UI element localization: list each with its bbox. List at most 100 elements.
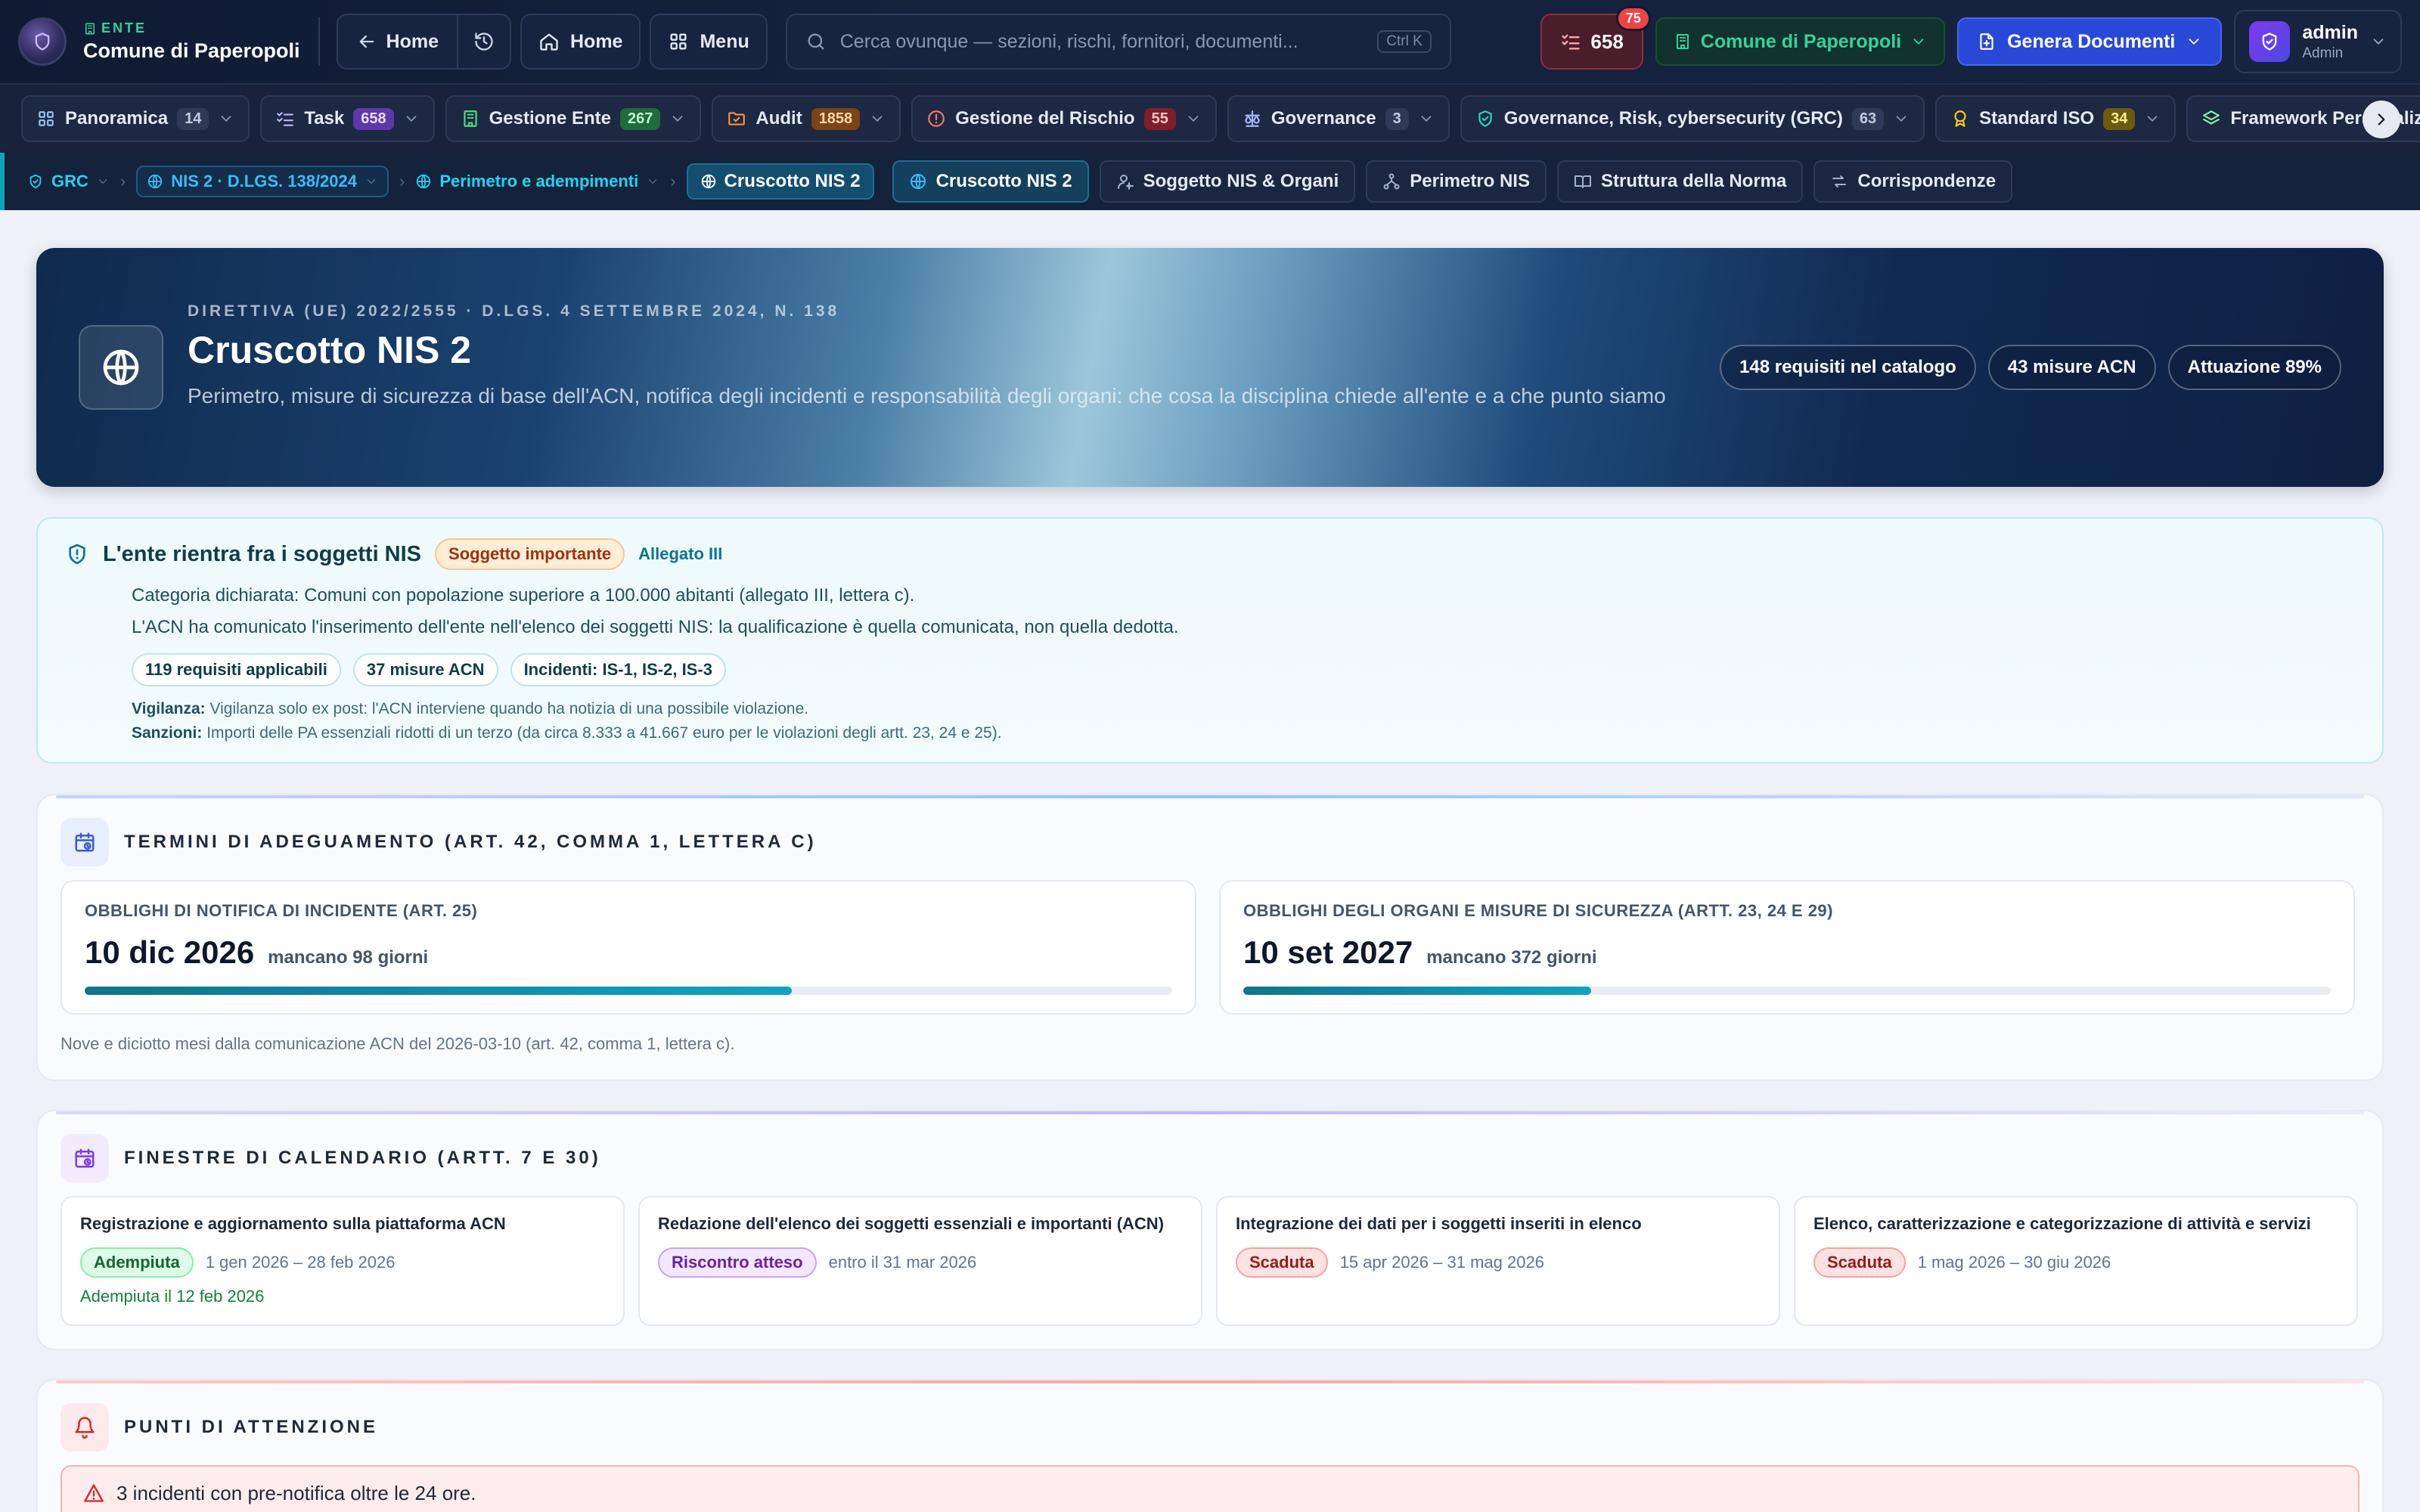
- module-tab-task[interactable]: Task 658: [260, 95, 435, 142]
- crumb-grc[interactable]: GRC: [27, 172, 110, 191]
- module-count: 658: [353, 107, 394, 130]
- deadline-progress-fill: [1243, 987, 1592, 995]
- attention-alert[interactable]: 3 incidenti con pre-notifica oltre le 24…: [60, 1465, 2360, 1512]
- module-tab-governance-risk-cybersecurity-grc[interactable]: Governance, Risk, cybersecurity (GRC) 63: [1460, 95, 1925, 142]
- crumb-current[interactable]: Cruscotto NIS 2: [686, 163, 874, 200]
- days-remaining: mancano 372 giorni: [1426, 947, 1597, 968]
- days-remaining: mancano 98 giorni: [268, 947, 429, 968]
- subject-type-badge: Soggetto importante: [435, 538, 625, 570]
- chevron-down-icon: [1893, 110, 1910, 127]
- shield-check-icon: [1475, 109, 1495, 129]
- module-tab-gestione-ente[interactable]: Gestione Ente 267: [445, 95, 702, 142]
- status-badge: Scaduta: [1236, 1247, 1328, 1278]
- category-text: Categoria dichiarata: Comuni con popolaz…: [132, 585, 915, 606]
- module-tab-governance[interactable]: Governance 3: [1227, 95, 1450, 142]
- chevron-down-icon: [403, 110, 420, 127]
- module-label: Audit: [755, 108, 802, 129]
- deadline-date: 10 dic 2026: [85, 934, 255, 970]
- brand[interactable]: ENTE Comune di Paperopoli: [18, 17, 300, 66]
- shield-check-icon: [27, 173, 44, 190]
- module-tab-panoramica[interactable]: Panoramica 14: [21, 95, 250, 142]
- shield-alert-icon: [65, 542, 89, 566]
- incidents-chip: Incidenti: IS-1, IS-2, IS-3: [510, 653, 726, 686]
- back-home-button[interactable]: Home: [338, 15, 457, 68]
- nis-status-panel: L'ente rientra fra i soggetti NIS Sogget…: [36, 517, 2384, 764]
- search-placeholder: Cerca ovunque — sezioni, rischi, fornito…: [839, 30, 1298, 52]
- entity-kicker: ENTE: [83, 20, 300, 36]
- entity-crest-icon: [18, 17, 67, 66]
- house-icon: [538, 31, 560, 52]
- building-icon: [461, 109, 480, 129]
- tab-struttura-norma[interactable]: Struttura della Norma: [1556, 160, 1804, 203]
- top-bar: ENTE Comune di Paperopoli Home Home Menu…: [0, 0, 2420, 83]
- arrows-exchange-icon: [1830, 172, 1848, 191]
- chevron-down-icon: [669, 110, 686, 127]
- calendar-clock-icon: [60, 1134, 109, 1182]
- checklist-icon: [275, 109, 295, 129]
- module-tab-standard-iso[interactable]: Standard ISO 34: [1935, 95, 2176, 142]
- chevron-down-icon: [365, 175, 378, 188]
- tab-corrispondenze[interactable]: Corrispondenze: [1813, 160, 2013, 203]
- building-icon: [83, 22, 97, 36]
- tab-soggetto-nis[interactable]: Soggetto NIS & Organi: [1099, 160, 1356, 203]
- requirements-chip: 148 requisiti nel catalogo: [1720, 345, 1976, 390]
- divider: [56, 1380, 2364, 1383]
- section-title: PUNTI DI ATTENZIONE: [124, 1417, 378, 1437]
- window-dates: entro il 31 mar 2026: [828, 1253, 977, 1272]
- section-nav: GRC › NIS 2 · D.LGS. 138/2024 › Perimetr…: [0, 153, 2420, 210]
- home-button[interactable]: Home: [520, 14, 641, 70]
- module-count: 63: [1851, 107, 1885, 130]
- tab-perimetro-nis[interactable]: Perimetro NIS: [1366, 160, 1547, 203]
- chevron-down-icon: [96, 175, 110, 188]
- chevron-down-icon: [1418, 110, 1435, 127]
- user-name: admin: [2302, 21, 2358, 43]
- module-label: Governance, Risk, cybersecurity (GRC): [1503, 108, 1843, 129]
- implementation-chip: Attuazione 89%: [2167, 345, 2341, 390]
- scroll-right-button[interactable]: [2363, 101, 2400, 138]
- module-tab-gestione-del-rischio[interactable]: Gestione del Rischio 55: [911, 95, 1217, 142]
- module-count: 1858: [811, 107, 861, 130]
- entity-selector[interactable]: Comune di Paperopoli: [1655, 17, 1946, 66]
- communication-text: L'ACN ha comunicato l'inserimento dell'e…: [132, 617, 1179, 637]
- tasks-button[interactable]: 658 75: [1540, 6, 1651, 70]
- chevron-down-icon: [2144, 110, 2161, 127]
- calendar-window-card: Elenco, caratterizzazione e categorizzaz…: [1794, 1196, 2358, 1326]
- vigilance-text: Vigilanza: Vigilanza solo ex post: l'ACN…: [132, 700, 809, 717]
- module-label: Panoramica: [65, 108, 169, 129]
- annex-link[interactable]: Allegato III: [638, 544, 722, 564]
- window-title: Integrazione dei dati per i soggetti ins…: [1236, 1214, 1642, 1233]
- award-icon: [1950, 109, 1970, 129]
- section-title: FINESTRE DI CALENDARIO (ARTT. 7 E 30): [124, 1148, 601, 1168]
- window-dates: 15 apr 2026 – 31 mag 2026: [1339, 1253, 1544, 1272]
- scale-icon: [1243, 109, 1262, 129]
- module-label: Standard ISO: [1979, 108, 2095, 129]
- book-open-icon: [1574, 172, 1592, 191]
- globe-icon: [415, 173, 432, 190]
- module-tab-audit[interactable]: Audit 1858: [712, 95, 901, 142]
- deadline-date: 10 set 2027: [1243, 934, 1413, 970]
- module-label: Governance: [1270, 108, 1376, 129]
- calendar-window-card: Redazione dell'elenco dei soggetti essen…: [638, 1196, 1202, 1326]
- crumb-perimeter[interactable]: Perimetro e adempimenti: [415, 172, 659, 191]
- calendar-windows-section: FINESTRE DI CALENDARIO (ARTT. 7 E 30) Re…: [36, 1110, 2384, 1350]
- search-input[interactable]: Cerca ovunque — sezioni, rischi, fornito…: [785, 14, 1451, 70]
- user-menu[interactable]: admin Admin: [2234, 10, 2402, 73]
- window-title: Registrazione e aggiornamento sulla piat…: [80, 1214, 506, 1233]
- globe-icon: [909, 172, 927, 191]
- network-icon: [1382, 172, 1401, 191]
- generate-documents-button[interactable]: Genera Documenti: [1957, 17, 2223, 66]
- module-label: Gestione del Rischio: [955, 108, 1135, 129]
- deadline-label: OBBLIGHI DI NOTIFICA DI INCIDENTE (ART. …: [85, 901, 478, 920]
- breadcrumb-separator: ›: [399, 172, 405, 191]
- bell-icon: [60, 1403, 109, 1452]
- history-icon: [473, 31, 495, 52]
- status-badge: Adempiuta: [80, 1247, 194, 1278]
- status-badge: Scaduta: [1813, 1247, 1906, 1278]
- notification-badge: 75: [1615, 6, 1651, 31]
- module-count: 3: [1385, 107, 1409, 130]
- history-button[interactable]: [458, 15, 510, 68]
- sanctions-text: Sanzioni: Importi delle PA essenziali ri…: [132, 724, 1002, 742]
- menu-button[interactable]: Menu: [650, 14, 768, 70]
- tab-cruscotto-nis2[interactable]: Cruscotto NIS 2: [892, 160, 1089, 203]
- crumb-nis2[interactable]: NIS 2 · D.LGS. 138/2024: [136, 166, 389, 197]
